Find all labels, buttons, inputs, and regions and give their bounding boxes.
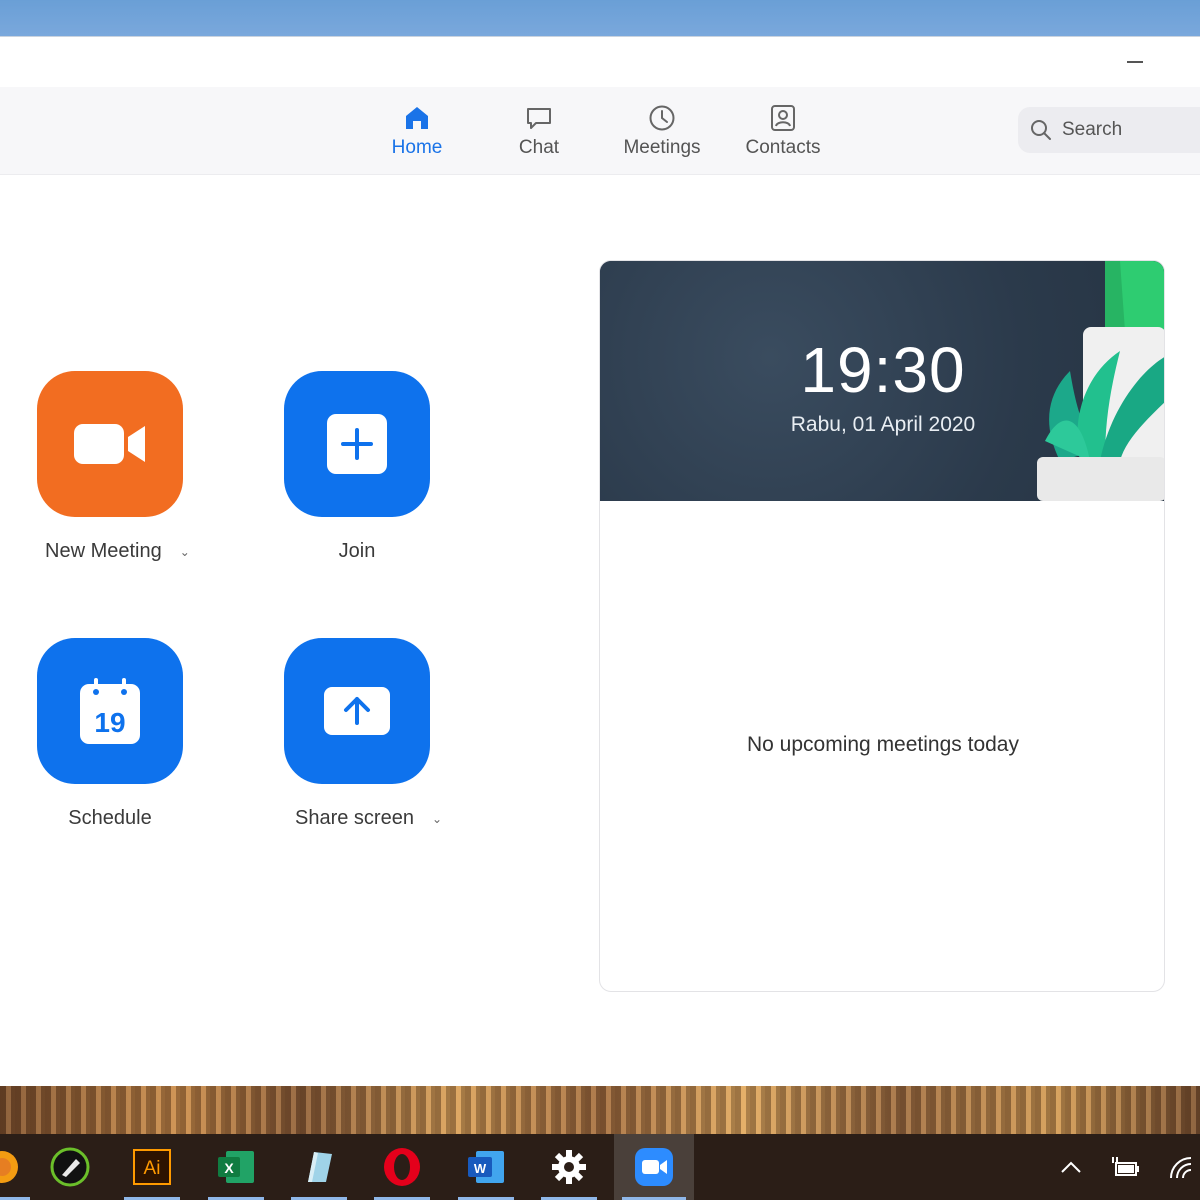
firefox-icon bbox=[0, 1151, 18, 1183]
illustrator-icon: Ai bbox=[133, 1149, 171, 1185]
settings-icon bbox=[552, 1150, 586, 1184]
chat-icon bbox=[527, 108, 551, 129]
word-text: W bbox=[474, 1161, 487, 1176]
zoom-window: Home Chat Meetings Contacts New Meeting … bbox=[0, 36, 1200, 1086]
taskbar-zoom[interactable] bbox=[614, 1134, 694, 1200]
new-meeting-label-row: New Meeting ⌄ bbox=[45, 540, 190, 563]
share-screen-label-row: Share screen ⌄ bbox=[295, 807, 442, 830]
tab-meetings[interactable]: Meetings bbox=[607, 103, 717, 163]
title-bar bbox=[0, 37, 1200, 87]
schedule-label-row: Schedule bbox=[37, 807, 183, 830]
notepad-icon bbox=[308, 1152, 332, 1182]
join-button[interactable] bbox=[284, 371, 430, 517]
card-header: 19:30 Rabu, 01 April 2020 bbox=[600, 261, 1164, 501]
zoom-icon bbox=[635, 1148, 673, 1186]
search-input[interactable] bbox=[1062, 119, 1192, 141]
taskbar-illustrator[interactable]: Ai bbox=[116, 1134, 188, 1200]
video-camera-icon bbox=[74, 424, 145, 464]
taskbar-firefox[interactable] bbox=[0, 1134, 38, 1200]
new-meeting-label: New Meeting bbox=[45, 540, 162, 562]
search-icon bbox=[1031, 120, 1051, 140]
desktop-background-top bbox=[0, 0, 1200, 36]
share-screen-label: Share screen bbox=[295, 807, 414, 829]
tab-meetings-label: Meetings bbox=[623, 137, 701, 158]
no-meetings-message: No upcoming meetings today bbox=[747, 733, 1019, 756]
taskbar-notepad[interactable] bbox=[283, 1134, 355, 1200]
excel-icon: X bbox=[218, 1151, 254, 1183]
desktop-wallpaper bbox=[0, 1086, 1200, 1134]
join-label: Join bbox=[338, 540, 376, 562]
illustrator-text: Ai bbox=[144, 1158, 161, 1179]
search-box[interactable] bbox=[1018, 107, 1200, 153]
show-hidden-icons-button[interactable] bbox=[1056, 1134, 1086, 1200]
chevron-down-icon[interactable]: ⌄ bbox=[432, 812, 442, 826]
clock-date: Rabu, 01 April 2020 bbox=[790, 413, 976, 436]
top-navigation: Home Chat Meetings Contacts bbox=[0, 87, 1200, 175]
opera-icon bbox=[384, 1148, 420, 1186]
battery-plug-icon bbox=[1112, 1157, 1139, 1176]
tab-home-label: Home bbox=[391, 137, 443, 158]
tab-chat[interactable]: Chat bbox=[484, 103, 594, 163]
tab-chat-label: Chat bbox=[518, 137, 560, 158]
calendar-icon: 19 bbox=[80, 678, 140, 744]
join-label-row: Join bbox=[284, 540, 430, 563]
clock-icon bbox=[649, 105, 675, 131]
home-icon bbox=[406, 107, 428, 129]
schedule-label: Schedule bbox=[68, 807, 152, 829]
taskbar-settings[interactable] bbox=[533, 1134, 605, 1200]
taskbar-opera[interactable] bbox=[366, 1134, 438, 1200]
minimize-icon bbox=[1127, 61, 1143, 63]
wifi-status[interactable] bbox=[1164, 1134, 1200, 1200]
taskbar-inkscape[interactable] bbox=[34, 1134, 106, 1200]
calendar-day-text: 19 bbox=[94, 707, 125, 738]
plus-icon bbox=[327, 414, 387, 474]
tab-home[interactable]: Home bbox=[362, 103, 472, 163]
new-meeting-button[interactable] bbox=[37, 371, 183, 517]
taskbar-word[interactable]: W bbox=[450, 1134, 522, 1200]
upcoming-meetings-card: 19:30 Rabu, 01 April 2020 No upcoming me… bbox=[599, 260, 1165, 992]
tab-contacts-label: Contacts bbox=[745, 137, 821, 158]
tab-contacts[interactable]: Contacts bbox=[728, 103, 838, 163]
schedule-button[interactable]: 19 bbox=[37, 638, 183, 784]
contacts-icon bbox=[771, 105, 795, 131]
chevron-down-icon[interactable]: ⌄ bbox=[180, 545, 190, 559]
taskbar-excel[interactable]: X bbox=[200, 1134, 272, 1200]
minimize-button[interactable] bbox=[1120, 51, 1150, 73]
share-screen-button[interactable] bbox=[284, 638, 430, 784]
wifi-icon bbox=[1170, 1157, 1192, 1179]
battery-status[interactable] bbox=[1108, 1134, 1142, 1200]
taskbar: Ai X W bbox=[0, 1134, 1200, 1200]
inkscape-icon bbox=[50, 1147, 90, 1187]
upload-arrow-icon bbox=[324, 687, 390, 735]
chevron-up-icon bbox=[1061, 1161, 1081, 1173]
clock-time: 19:30 bbox=[800, 334, 966, 406]
excel-text: X bbox=[224, 1160, 234, 1176]
word-icon: W bbox=[468, 1151, 504, 1183]
